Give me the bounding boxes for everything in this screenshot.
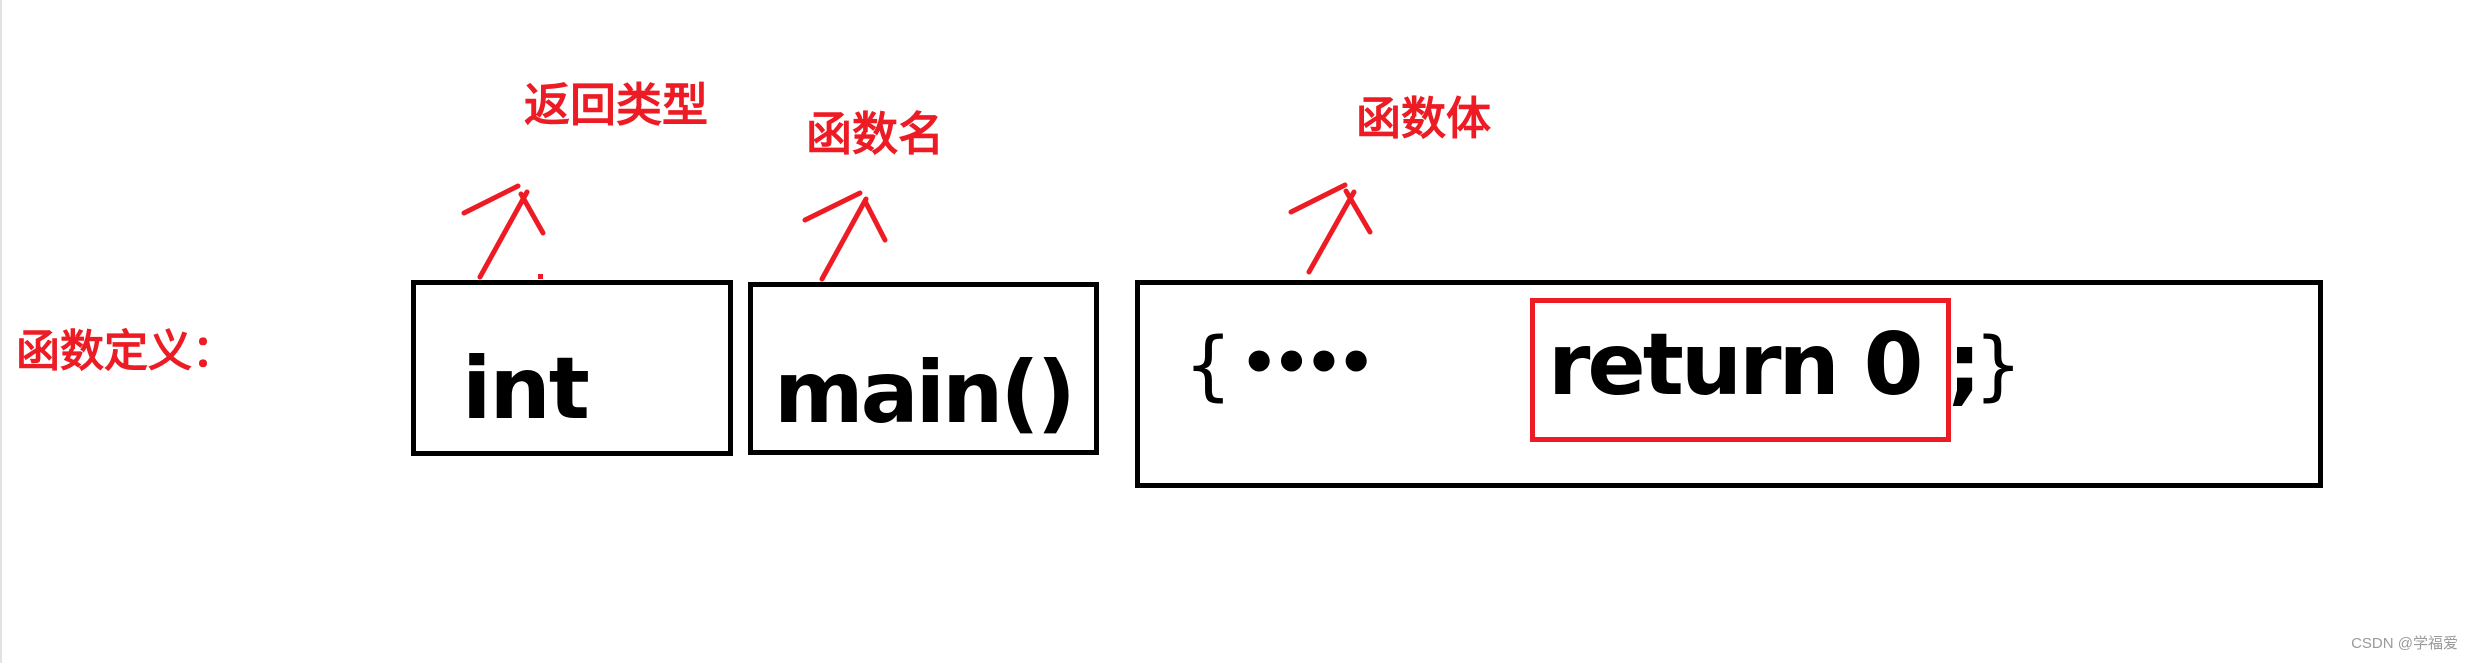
watermark: CSDN @学福爱 bbox=[2351, 635, 2458, 652]
function-body-arrow-head-left bbox=[1288, 182, 1348, 215]
function-definition-label: 函数定义： bbox=[16, 326, 236, 377]
close-brace: } bbox=[1974, 320, 2023, 409]
return-type-arrow-head-left bbox=[461, 183, 521, 216]
left-edge-line bbox=[0, 0, 2, 663]
return-statement-code: return 0 ; bbox=[1548, 315, 1982, 415]
function-body-arrow-head-right bbox=[1343, 188, 1373, 235]
body-ellipsis: •••• bbox=[1240, 328, 1375, 398]
return-type-arrow bbox=[461, 183, 546, 280]
function-name-arrow-head-right bbox=[862, 198, 888, 243]
function-name-annotation: 函数名 bbox=[806, 107, 944, 161]
function-name-arrow-head-left bbox=[802, 190, 863, 223]
function-body-arrow-shaft bbox=[1306, 189, 1357, 275]
diagram-canvas: 函数定义： 返回类型 函数名 函数体 int main() { •••• ret… bbox=[0, 0, 2476, 663]
function-name-arrow bbox=[802, 190, 888, 282]
function-name-code: main() bbox=[774, 343, 1076, 443]
open-brace: { bbox=[1184, 320, 1233, 409]
function-body-annotation: 函数体 bbox=[1356, 92, 1492, 145]
stray-dot bbox=[538, 274, 543, 279]
function-name-arrow-shaft bbox=[819, 196, 869, 282]
return-type-annotation: 返回类型 bbox=[524, 78, 708, 132]
function-body-arrow bbox=[1288, 182, 1373, 275]
return-type-arrow-head-right bbox=[518, 191, 546, 236]
return-type-arrow-shaft bbox=[477, 189, 530, 280]
return-type-code: int bbox=[462, 339, 590, 439]
